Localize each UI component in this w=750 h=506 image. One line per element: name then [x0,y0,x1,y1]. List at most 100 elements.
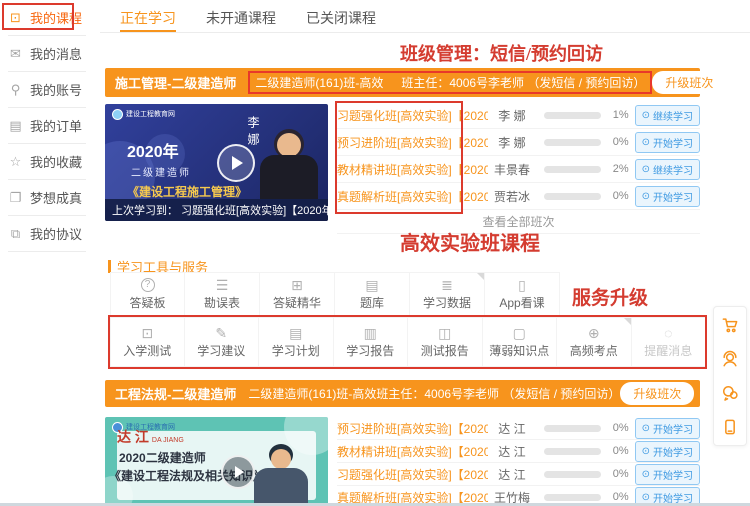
chat-bubble-icon: ◌ [664,326,672,340]
book-icon: ❐ [8,190,23,206]
class-row: 习题强化班[高效实验]【2020年】 达 江 0% ⊙开始学习 [337,463,700,486]
action-label: 开始学习 [653,467,693,482]
sidebar-item-label: 我的消息 [30,44,82,63]
action-label: 开始学习 [653,421,693,436]
teacher-name: 李 娜 [488,134,536,151]
start-learning-button[interactable]: ⊙开始学习 [635,186,700,207]
presenter-name: 达 江DA JIANG [117,427,184,447]
teacher-name: 达 江 [488,466,536,483]
presenter-body [260,155,318,199]
upgrade-class-button[interactable]: 升级班次 [652,71,726,94]
tool-qa-board[interactable]: ? 答疑板 [110,272,185,317]
tool-study-data[interactable]: ≣ 学习数据 [410,272,485,317]
progress-percent: 0% [601,445,629,457]
play-circle-icon: ⊙ [642,191,650,202]
tool-label: 薄弱知识点 [489,342,549,359]
tools-row-1: ? 答疑板 ☰ 勘误表 ⊞ 答疑精华 ▤ 题库 ≣ 学习数据 ▯ App看课 [110,272,560,317]
start-learning-button[interactable]: ⊙开始学习 [635,132,700,153]
tool-app-learning[interactable]: ▯ App看课 [485,272,560,317]
video-thumbnail-regulations[interactable]: 建设工程教育网 达 江DA JIANG 2020二级建造师 《建设工程法规及相关… [105,417,328,506]
presenter-name-cn: 达 江 [117,429,149,445]
sidebar-item-my-orders[interactable]: ▤ 我的订单 [8,108,86,144]
course-title: 工程法规-二级建造师 [115,384,236,403]
class-name-link[interactable]: 预习进阶班[高效实验]【2020年】 [337,420,488,437]
start-learning-button[interactable]: ⊙开始学习 [635,464,700,485]
class-row: 预习进阶班[高效实验]【2020年】 达 江 0% ⊙开始学习 [337,417,700,440]
head-teacher-contact[interactable]: 班主任：4006号李老师 （发短信 / 预约回访） [376,385,620,402]
start-learning-button[interactable]: ⊙开始学习 [635,418,700,439]
class-name-link[interactable]: 习题强化班[高效实验]【2020年】 [337,107,488,124]
presenter-photo [250,444,312,506]
monitor-icon: ⊡ [141,326,153,340]
sidebar-item-dreams-come-true[interactable]: ❐ 梦想成真 [8,180,86,216]
upgrade-class-button[interactable]: 升级班次 [620,382,694,405]
course-banner-regulations: 工程法规-二级建造师 二级建造师(161)班-高效 班主任：4006号李老师 （… [105,380,700,407]
tool-high-frequency-points[interactable]: ⊕ 高频考点 [557,317,632,367]
tool-label: 提醒消息 [644,342,692,359]
class-name-link[interactable]: 习题强化班[高效实验]【2020年】 [337,466,488,483]
class-name-link[interactable]: 教材精讲班[高效实验]【2020年】 [337,443,488,460]
progress-bar [544,166,601,173]
tool-study-advice[interactable]: ✎ 学习建议 [185,317,260,367]
bar-chart-icon: ◫ [438,326,451,340]
tool-study-plan[interactable]: ▤ 学习计划 [259,317,334,367]
sidebar-item-label: 我的协议 [30,224,82,243]
progress-bar [544,193,601,200]
sidebar-item-label: 我的订单 [30,116,82,135]
annotation-service-upgrade: 服务升级 [572,283,648,310]
action-label: 继续学习 [653,162,693,177]
tool-label: 学习建议 [197,342,245,359]
tool-weak-knowledge-points[interactable]: ▢ 薄弱知识点 [483,317,558,367]
document-icon: ▤ [289,326,302,340]
tool-reminder-messages[interactable]: ◌ 提醒消息 [632,317,707,367]
agreement-icon: ⧉ [8,226,23,242]
tool-errata-list[interactable]: ☰ 勘误表 [185,272,260,317]
progress-percent: 1% [601,109,629,121]
logo-text: 建设工程教育网 [126,111,175,119]
sidebar-item-my-agreements[interactable]: ⧉ 我的协议 [8,216,86,252]
course-banner-construction-mgmt: 施工管理-二级建造师 二级建造师(161)班-高效 班主任：4006号李老师 （… [105,68,700,97]
tool-qa-digest[interactable]: ⊞ 答疑精华 [260,272,335,317]
tool-study-report[interactable]: ▥ 学习报告 [334,317,409,367]
sidebar-item-my-account[interactable]: ⚲ 我的账号 [8,72,86,108]
progress-percent: 0% [601,422,629,434]
class-name: 二级建造师(161)班-高效 [248,385,376,402]
class-name: 二级建造师(161)班-高效 [255,74,383,91]
teacher-name: 贾若冰 [488,188,536,205]
continue-learning-button[interactable]: ⊙继续学习 [635,105,700,126]
progress-percent: 0% [601,468,629,480]
class-name-link[interactable]: 教材精讲班[高效实验]【2020年】 [337,161,488,178]
tool-question-bank[interactable]: ▤ 题库 [335,272,410,317]
class-row: 教材精讲班[高效实验]【2020年】 丰景春 2% ⊙继续学习 [337,156,700,183]
action-label: 开始学习 [653,189,693,204]
person-icon: ⚲ [8,82,23,98]
class-name-link[interactable]: 真题解析班[高效实验]【2020年】 [337,188,488,205]
class-name-link[interactable]: 预习进阶班[高效实验]【2020年】 [337,134,488,151]
sidebar-item-my-messages[interactable]: ✉ 我的消息 [8,36,86,72]
customer-service-icon[interactable] [720,349,740,369]
play-circle-icon: ⊙ [642,110,650,121]
video-course-name: 《建设工程施工管理》 [127,183,247,200]
course-class-list: 习题强化班[高效实验]【2020年】 李 娜 1% ⊙继续学习 预习进阶班[高效… [337,102,700,234]
sidebar-item-my-courses[interactable]: ⊡ 我的课程 [8,0,86,36]
tool-label: 学习计划 [272,342,320,359]
continue-learning-button[interactable]: ⊙继续学习 [635,159,700,180]
document-icon: ▤ [365,278,378,292]
phone-icon: ▯ [518,278,526,292]
tool-label: 入学测试 [123,342,171,359]
play-circle-icon: ⊙ [642,423,650,434]
mobile-app-icon[interactable] [720,417,740,437]
video-thumbnail-construction-mgmt[interactable]: 建设工程教育网 2020年 二级建造师 《建设工程施工管理》 李娜 上次学习到：… [105,104,328,221]
start-learning-button[interactable]: ⊙开始学习 [635,441,700,462]
play-circle-icon: ⊙ [642,492,650,503]
shopping-cart-icon[interactable] [720,315,740,335]
sidebar-item-my-favorites[interactable]: ☆ 我的收藏 [8,144,86,180]
head-teacher-contact[interactable]: 班主任：4006号李老师 （发短信 / 预约回访） [401,74,645,91]
progress-percent: 0% [601,491,629,503]
progress-percent: 2% [601,163,629,175]
wechat-contact-icon[interactable] [720,383,740,403]
class-row: 预习进阶班[高效实验]【2020年】 李 娜 0% ⊙开始学习 [337,129,700,156]
tool-test-report[interactable]: ◫ 测试报告 [408,317,483,367]
play-triangle [235,466,244,478]
tool-entrance-test[interactable]: ⊡ 入学测试 [110,317,185,367]
